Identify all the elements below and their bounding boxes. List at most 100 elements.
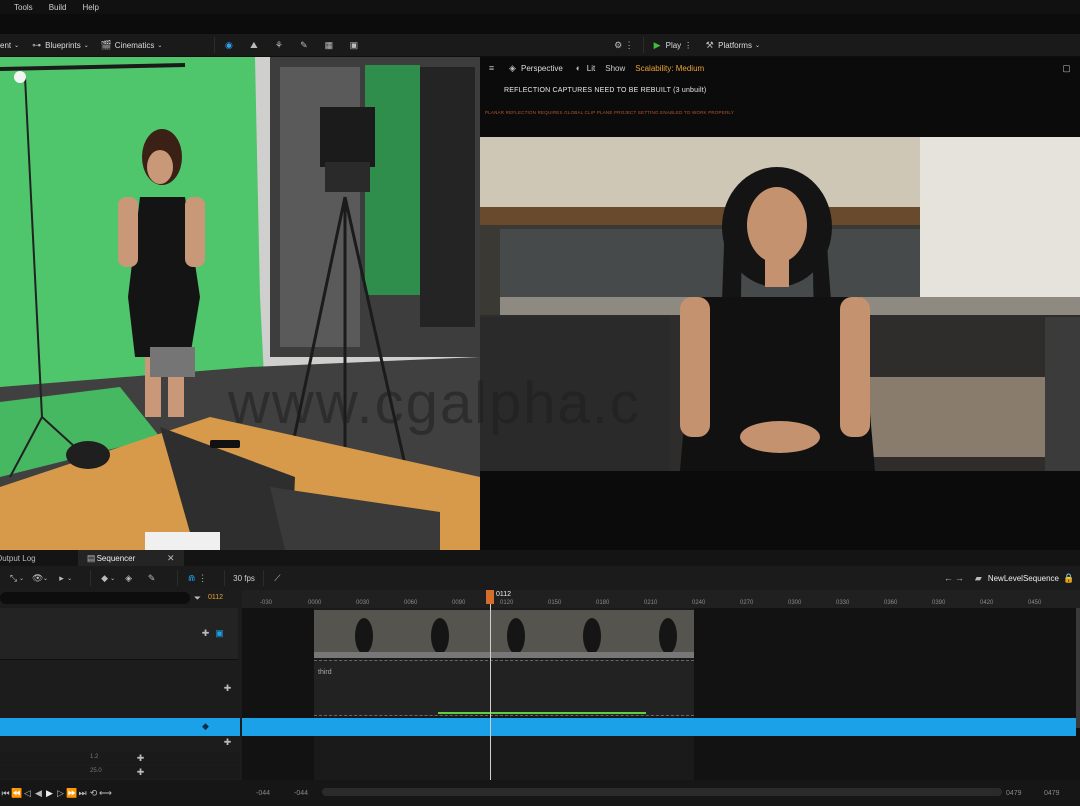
camera-feed-video <box>0 57 480 550</box>
toolbar-divider <box>214 37 216 53</box>
perspective-button[interactable]: ◈ Perspective <box>507 63 563 74</box>
menu-build[interactable]: Build <box>49 3 67 12</box>
add-track-icon[interactable]: ✚ <box>222 683 233 694</box>
key-icon[interactable]: ◆ <box>200 721 211 732</box>
sequence-name[interactable]: NewLevelSequence <box>988 574 1059 583</box>
prev-key-icon[interactable]: ⏪ <box>11 788 22 799</box>
track-row-value-1[interactable]: 1.2 ✚ <box>0 752 240 765</box>
auto-key-icon[interactable]: ◈ <box>123 573 134 584</box>
select-mode-icon[interactable]: ◉ <box>223 40 234 51</box>
track-value[interactable]: 1.2 <box>90 754 98 760</box>
snap-magnet-icon[interactable]: ⋒ <box>186 573 197 584</box>
playback-options-icon[interactable]: ▸ <box>56 573 67 584</box>
blueprint-icon: ⊶ <box>32 39 42 50</box>
track-list: ⏷ 0112 ✚ ▣ ✚ ◆ ✚ 1.2 ✚ 25.0 ✚ <box>0 590 242 780</box>
mesh-paint-icon[interactable]: ✎ <box>298 40 309 51</box>
level-viewport[interactable]: ≡ ◈ Perspective ◐ Lit Show Scalability: … <box>480 57 1080 550</box>
platforms-button[interactable]: ⚒ Platforms ⌄ <box>704 40 760 51</box>
foliage-mode-icon[interactable]: ⚘ <box>273 40 284 51</box>
perspective-icon: ◈ <box>509 62 516 73</box>
visibility-icon[interactable]: 👁 <box>32 573 43 584</box>
time-ruler[interactable]: -030 0000 0030 0060 0090 0120 0150 0180 0210 0240… <box>242 590 1080 608</box>
range-end-field[interactable]: 0479 <box>1044 790 1060 797</box>
content-button[interactable]: ent ⌄ <box>0 41 19 50</box>
content-label: ent <box>0 40 12 50</box>
loop-icon[interactable]: ⟲ <box>88 788 99 799</box>
track-search-input[interactable] <box>0 592 190 604</box>
forward-arrow-icon[interactable]: → <box>954 573 965 584</box>
range-start-field[interactable]: -044 <box>256 790 270 797</box>
view-end-field[interactable]: 0479 <box>1006 790 1022 797</box>
maximize-viewport-icon[interactable]: ▢ <box>1061 63 1072 74</box>
sequencer-tab-label: Sequencer <box>96 553 136 563</box>
range-icon[interactable]: ⟷ <box>99 788 112 799</box>
lit-button[interactable]: ◐ Lit <box>573 63 596 74</box>
ruler-tick-label: 0270 <box>740 600 754 606</box>
curve-edit-icon[interactable]: ✎ <box>146 573 157 584</box>
reflection-capture-message: REFLECTION CAPTURES NEED TO BE REBUILT (… <box>504 87 707 94</box>
track-value[interactable]: 25.0 <box>90 768 102 774</box>
play-label: Play <box>665 40 682 50</box>
lit-label: Lit <box>586 63 596 73</box>
play-options-icon[interactable]: ⋮ <box>684 41 692 50</box>
step-forward-icon[interactable]: ▷ <box>55 788 66 799</box>
blueprints-button[interactable]: ⊶ Blueprints ⌄ <box>31 40 89 51</box>
menu-tools[interactable]: Tools <box>14 3 33 12</box>
fps-selector[interactable]: 30 fps <box>233 574 255 583</box>
filter-icon[interactable]: ⏷ <box>192 593 203 604</box>
settings-icon[interactable]: ⚙ <box>613 40 624 51</box>
timeline-area[interactable]: -030 0000 0030 0060 0090 0120 0150 0180 0210 0240… <box>242 590 1080 780</box>
play-forward-icon[interactable]: ▶ <box>44 788 55 799</box>
track-row-camera[interactable]: ✚ ▣ <box>0 608 238 660</box>
media-clip-thumbnails[interactable] <box>314 610 694 658</box>
viewport-menu-icon[interactable]: ≡ <box>486 63 497 74</box>
timeline-scrollbar[interactable] <box>322 788 1002 796</box>
close-tab-icon[interactable]: ✕ <box>165 553 176 564</box>
playhead-handle[interactable] <box>486 590 494 604</box>
output-log-label: Output Log <box>0 553 36 563</box>
track-row-value-2[interactable]: 25.0 ✚ <box>0 766 240 779</box>
transport-bar: ⏮ ⏪ ◁ ◀ ▶ ▷ ⏩ ⏭ ⟲ ⟷ -044 -044 0479 0479 <box>0 780 1080 806</box>
landscape-mode-icon[interactable]: ⛰ <box>248 40 259 51</box>
add-track-icon[interactable]: ✚ <box>222 737 233 748</box>
track-row-selected[interactable]: ◆ <box>0 718 240 736</box>
jump-start-icon[interactable]: ⏮ <box>0 788 11 799</box>
cinematics-button[interactable]: 🎬 Cinematics ⌄ <box>101 40 163 51</box>
show-button[interactable]: Show <box>605 64 625 73</box>
key-options-icon[interactable]: ◆ <box>99 573 110 584</box>
text-clip[interactable]: third <box>314 660 694 716</box>
play-reverse-icon[interactable]: ◀ <box>33 788 44 799</box>
title-strip <box>0 14 1080 34</box>
lock-icon[interactable]: 🔒 <box>1063 573 1074 584</box>
curve-editor-icon[interactable]: ⟋ <box>272 573 283 584</box>
back-arrow-icon[interactable]: ← <box>943 573 954 584</box>
add-key-icon[interactable]: ✚ <box>135 767 146 778</box>
ruler-tick-label: 0420 <box>980 600 994 606</box>
fracture-mode-icon[interactable]: ▦ <box>323 40 334 51</box>
scalability-label[interactable]: Scalability: Medium <box>635 64 704 73</box>
step-back-icon[interactable]: ◁ <box>22 788 33 799</box>
more-options-icon[interactable]: ⋮ <box>624 40 635 51</box>
ruler-tick-label: 0150 <box>548 600 562 606</box>
greenscreen-studio-image <box>0 57 480 550</box>
sequencer-icon: ▤ <box>86 552 96 563</box>
transform-tool-icon[interactable]: ⤡ <box>8 573 19 584</box>
camera-icon[interactable]: ▣ <box>214 628 225 639</box>
snap-options-icon[interactable]: ⋮ <box>197 573 208 584</box>
play-button[interactable]: ▶ Play ⋮ <box>652 40 693 51</box>
geometry-mode-icon[interactable]: ▣ <box>348 40 359 51</box>
jump-end-icon[interactable]: ⏭ <box>77 788 88 799</box>
playhead-line[interactable] <box>490 590 491 780</box>
tab-sequencer[interactable]: ▤ Sequencer ✕ <box>77 550 185 566</box>
view-start-field[interactable]: -044 <box>294 790 308 797</box>
selected-track-bar[interactable] <box>242 718 1076 736</box>
ruler-tick-label: -030 <box>260 600 273 606</box>
vertical-scrollbar[interactable] <box>1076 608 1080 728</box>
menu-help[interactable]: Help <box>82 3 98 12</box>
track-row-sub[interactable]: ✚ <box>0 736 240 750</box>
add-track-icon[interactable]: ✚ <box>200 628 211 639</box>
next-key-icon[interactable]: ⏩ <box>66 788 77 799</box>
current-frame-field[interactable]: 0112 <box>208 594 223 601</box>
tab-output-log[interactable]: Output Log <box>0 550 44 566</box>
add-key-icon[interactable]: ✚ <box>135 753 146 764</box>
